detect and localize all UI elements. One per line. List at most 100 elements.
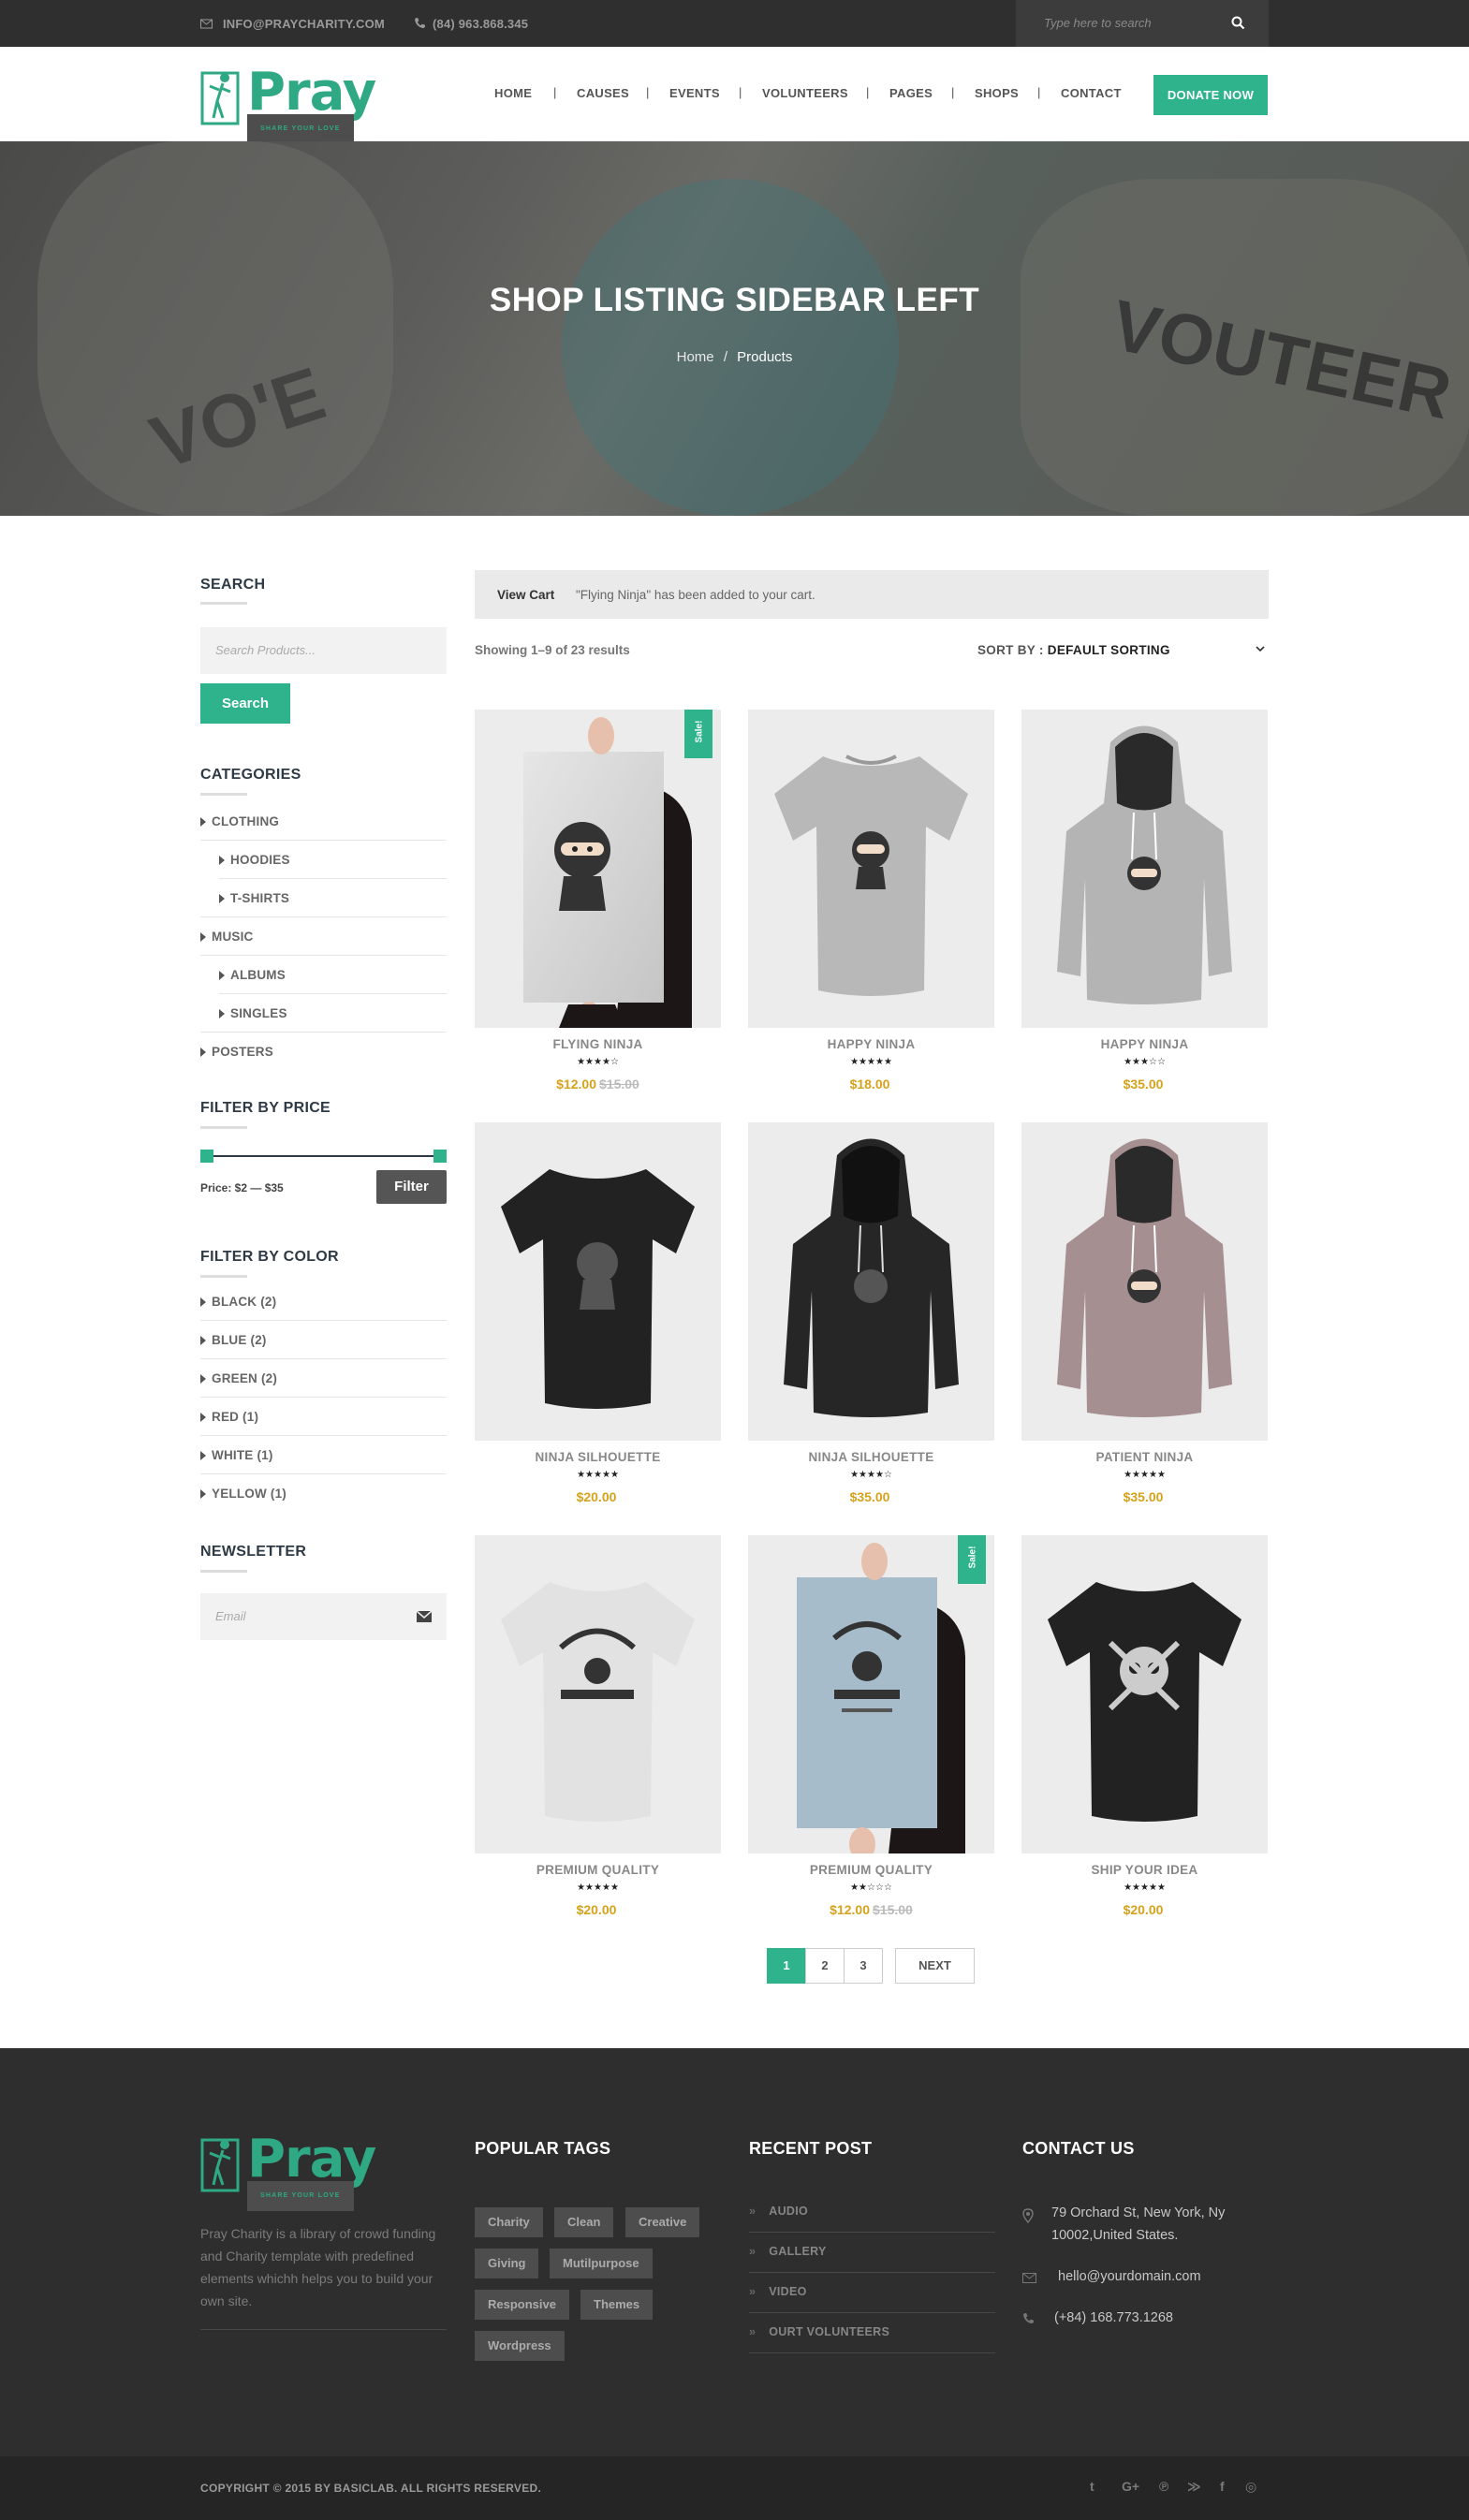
- breadcrumb-home[interactable]: Home: [677, 349, 714, 365]
- product-card[interactable]: Sale!: [748, 1535, 994, 1853]
- color-white[interactable]: WHITE (1): [200, 1448, 273, 1462]
- site-logo[interactable]: Pray SHARE YOUR LOVE: [200, 62, 378, 144]
- result-count: Showing 1–9 of 23 results: [475, 643, 630, 657]
- rss-icon[interactable]: ≫: [1187, 2479, 1201, 2495]
- search-icon[interactable]: [1231, 16, 1245, 30]
- product-name[interactable]: HAPPY NINJA: [1021, 1037, 1268, 1051]
- product-name[interactable]: NINJA SILHOUETTE: [475, 1450, 721, 1464]
- nav-contact[interactable]: CONTACT: [1061, 86, 1122, 100]
- color-green[interactable]: GREEN (2): [200, 1371, 277, 1385]
- pagination-page-2[interactable]: 2: [805, 1948, 845, 1984]
- category-music[interactable]: MUSIC: [200, 930, 254, 944]
- product-image[interactable]: [1021, 710, 1268, 1028]
- tag-themes[interactable]: Themes: [580, 2290, 654, 2320]
- product-rating: ★★★★★: [1124, 1470, 1166, 1480]
- google-plus-icon[interactable]: G+: [1122, 2479, 1139, 2494]
- twitter-icon[interactable]: t: [1090, 2479, 1094, 2494]
- product-image[interactable]: [475, 1535, 721, 1853]
- pinterest-icon[interactable]: ℗: [1159, 2479, 1168, 2494]
- product-image[interactable]: [748, 710, 994, 1028]
- nav-volunteers[interactable]: VOLUNTEERS: [762, 86, 848, 100]
- divider: [200, 1358, 447, 1359]
- phone-icon: [415, 18, 425, 29]
- color-blue[interactable]: BLUE (2): [200, 1333, 267, 1347]
- topbar-email[interactable]: INFO@PRAYCHARITY.COM: [223, 17, 385, 31]
- divider: [749, 2232, 995, 2233]
- product-image[interactable]: [1021, 1535, 1268, 1853]
- nav-shops[interactable]: SHOPS: [975, 86, 1019, 100]
- contact-email[interactable]: hello@yourdomain.com: [1058, 2265, 1201, 2288]
- pagination-page-1[interactable]: 1: [767, 1948, 806, 1984]
- category-clothing[interactable]: CLOTHING: [200, 814, 279, 828]
- product-image[interactable]: [748, 1122, 994, 1441]
- tag-giving[interactable]: Giving: [475, 2249, 539, 2278]
- product-image[interactable]: [1021, 1122, 1268, 1441]
- product-name[interactable]: HAPPY NINJA: [748, 1037, 994, 1051]
- product-card[interactable]: [1021, 1535, 1268, 1853]
- copyright: COPYRIGHT © 2015 BY BASICLAB. ALL RIGHTS…: [200, 2482, 542, 2495]
- nav-separator: |: [951, 85, 955, 99]
- product-card[interactable]: [1021, 1122, 1268, 1441]
- product-card[interactable]: [1021, 710, 1268, 1028]
- recent-post-link[interactable]: » VIDEO: [749, 2285, 807, 2298]
- dribbble-icon[interactable]: ◎: [1245, 2479, 1256, 2495]
- sale-badge: Sale!: [684, 710, 712, 758]
- color-red[interactable]: RED (1): [200, 1410, 258, 1424]
- tag-wordpress[interactable]: Wordpress: [475, 2331, 565, 2361]
- newsletter-email-input[interactable]: Email: [200, 1593, 447, 1640]
- nav-causes[interactable]: CAUSES: [577, 86, 629, 100]
- product-card[interactable]: [475, 1122, 721, 1441]
- tag-clean[interactable]: Clean: [554, 2207, 614, 2237]
- price-slider-min-handle[interactable]: [200, 1150, 213, 1163]
- product-name[interactable]: FLYING NINJA: [475, 1037, 721, 1051]
- nav-pages[interactable]: PAGES: [889, 86, 933, 100]
- nav-events[interactable]: EVENTS: [669, 86, 720, 100]
- price-slider-track[interactable]: [206, 1155, 440, 1157]
- tag-charity[interactable]: Charity: [475, 2207, 543, 2237]
- price-slider-max-handle[interactable]: [433, 1150, 447, 1163]
- footer-logo[interactable]: Pray SHARE YOUR LOVE: [200, 2129, 378, 2211]
- category-posters[interactable]: POSTERS: [200, 1045, 273, 1059]
- product-search-input[interactable]: Search Products...: [200, 627, 447, 674]
- product-card[interactable]: Sale!: [475, 710, 721, 1028]
- tag-creative[interactable]: Creative: [625, 2207, 700, 2237]
- category-albums[interactable]: ALBUMS: [219, 968, 286, 982]
- color-black[interactable]: BLACK (2): [200, 1295, 276, 1309]
- chevron-down-icon[interactable]: [1256, 644, 1265, 653]
- donate-button[interactable]: DONATE NOW: [1153, 75, 1268, 115]
- envelope-icon[interactable]: [417, 1611, 432, 1622]
- product-name[interactable]: NINJA SILHOUETTE: [748, 1450, 994, 1464]
- product-search-button[interactable]: Search: [200, 683, 290, 724]
- recent-post-link[interactable]: » GALLERY: [749, 2245, 827, 2258]
- product-card[interactable]: [748, 710, 994, 1028]
- view-cart-link[interactable]: View Cart: [497, 588, 554, 602]
- product-name[interactable]: SHIP YOUR IDEA: [1021, 1863, 1268, 1877]
- top-search-input[interactable]: Type here to search: [1016, 0, 1269, 47]
- product-price: $35.00: [748, 1489, 994, 1504]
- category-hoodies[interactable]: HOODIES: [219, 853, 290, 867]
- breadcrumb-current: Products: [737, 349, 793, 365]
- price-current: $20.00: [1123, 1902, 1164, 1917]
- tag-responsive[interactable]: Responsive: [475, 2290, 569, 2320]
- sort-select[interactable]: SORT BY : DEFAULT SORTING: [977, 643, 1170, 657]
- product-name[interactable]: PREMIUM QUALITY: [748, 1863, 994, 1877]
- product-name[interactable]: PREMIUM QUALITY: [475, 1863, 721, 1877]
- product-name[interactable]: PATIENT NINJA: [1021, 1450, 1268, 1464]
- category-singles[interactable]: SINGLES: [219, 1006, 287, 1020]
- tag-mutilpurpose[interactable]: Mutilpurpose: [550, 2249, 653, 2278]
- nav-home[interactable]: HOME: [494, 86, 532, 100]
- sale-badge-label: Sale!: [967, 1546, 978, 1569]
- color-yellow[interactable]: YELLOW (1): [200, 1487, 286, 1501]
- recent-post-link[interactable]: » OURT VOLUNTEERS: [749, 2325, 889, 2338]
- pagination-page-3[interactable]: 3: [844, 1948, 883, 1984]
- chevron-right-icon: »: [749, 2245, 757, 2258]
- pagination-next[interactable]: NEXT: [895, 1948, 975, 1984]
- product-image[interactable]: [475, 1122, 721, 1441]
- facebook-icon[interactable]: f: [1220, 2479, 1225, 2494]
- recent-post-link[interactable]: » AUDIO: [749, 2205, 808, 2218]
- product-card[interactable]: [475, 1535, 721, 1853]
- product-card[interactable]: [748, 1122, 994, 1441]
- price-filter-button[interactable]: Filter: [376, 1170, 447, 1204]
- page-title: SHOP LISTING SIDEBAR LEFT: [489, 282, 980, 318]
- category-t-shirts[interactable]: T-SHIRTS: [219, 891, 289, 905]
